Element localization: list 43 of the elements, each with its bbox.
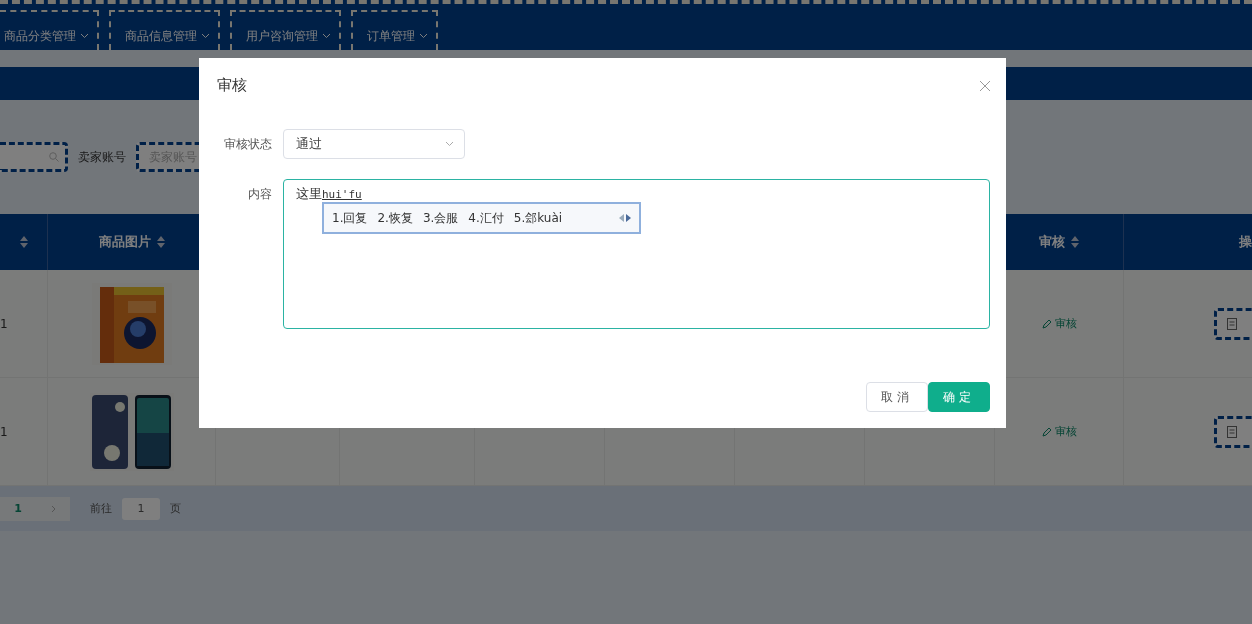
chevron-down-icon xyxy=(201,33,210,39)
field-label: 审核状态 xyxy=(223,136,272,153)
field-label: 内容 xyxy=(247,186,272,203)
document-icon xyxy=(1227,425,1237,438)
sort-icon[interactable] xyxy=(156,236,165,248)
nav-menu[interactable]: 用户咨询管理 xyxy=(230,10,341,50)
search-icon xyxy=(49,152,59,162)
content-textarea[interactable]: 这里hui'fu 1.回复 2.恢复 3.会服 4.汇付 5.郐kuài xyxy=(283,179,990,329)
field-label: 卖家账号 xyxy=(78,148,126,166)
page-input[interactable]: 1 xyxy=(122,497,160,520)
ime-candidate[interactable]: 3.会服 xyxy=(422,209,459,227)
table-cell: 1 xyxy=(0,270,48,378)
page-suffix: 页 xyxy=(170,501,181,516)
cancel-button[interactable]: 取消 xyxy=(866,382,928,412)
sort-icon[interactable] xyxy=(19,236,28,248)
nav-menu[interactable]: 商品信息管理 xyxy=(109,10,220,50)
ime-candidate[interactable]: 1.回复 xyxy=(332,209,368,227)
column-header: 操 xyxy=(1124,214,1252,270)
status-select[interactable]: 通过 xyxy=(283,129,465,159)
nav-menu[interactable]: 订单管理 xyxy=(351,10,438,50)
table-cell: 1 xyxy=(0,378,48,486)
chevron-down-icon xyxy=(419,33,428,39)
ime-candidate[interactable]: 2.恢复 xyxy=(377,209,413,227)
review-link[interactable]: 审核 xyxy=(1041,424,1077,439)
chevron-down-icon xyxy=(80,33,89,39)
chevron-down-icon xyxy=(322,33,331,39)
pencil-icon xyxy=(1041,426,1052,437)
nav-menu[interactable]: 商品分类管理 xyxy=(0,10,99,50)
ime-candidate[interactable]: 4.汇付 xyxy=(468,209,504,227)
ime-candidate[interactable]: 5.郐kuài xyxy=(513,209,563,227)
review-link[interactable]: 审核 xyxy=(1041,316,1077,331)
sort-icon[interactable] xyxy=(1071,236,1079,248)
dialog-title: 审核 xyxy=(217,76,247,95)
page-arrows-icon[interactable] xyxy=(619,214,631,222)
confirm-button[interactable]: 确定 xyxy=(928,382,990,412)
chevron-right-icon[interactable] xyxy=(50,504,56,513)
page-number[interactable]: 1 xyxy=(0,496,70,521)
chevron-down-icon xyxy=(445,141,454,147)
search-field[interactable] xyxy=(0,142,68,172)
pencil-icon xyxy=(1041,318,1052,329)
goto-label: 前往 xyxy=(90,501,112,516)
close-icon[interactable] xyxy=(980,80,990,91)
document-icon xyxy=(1227,317,1237,330)
